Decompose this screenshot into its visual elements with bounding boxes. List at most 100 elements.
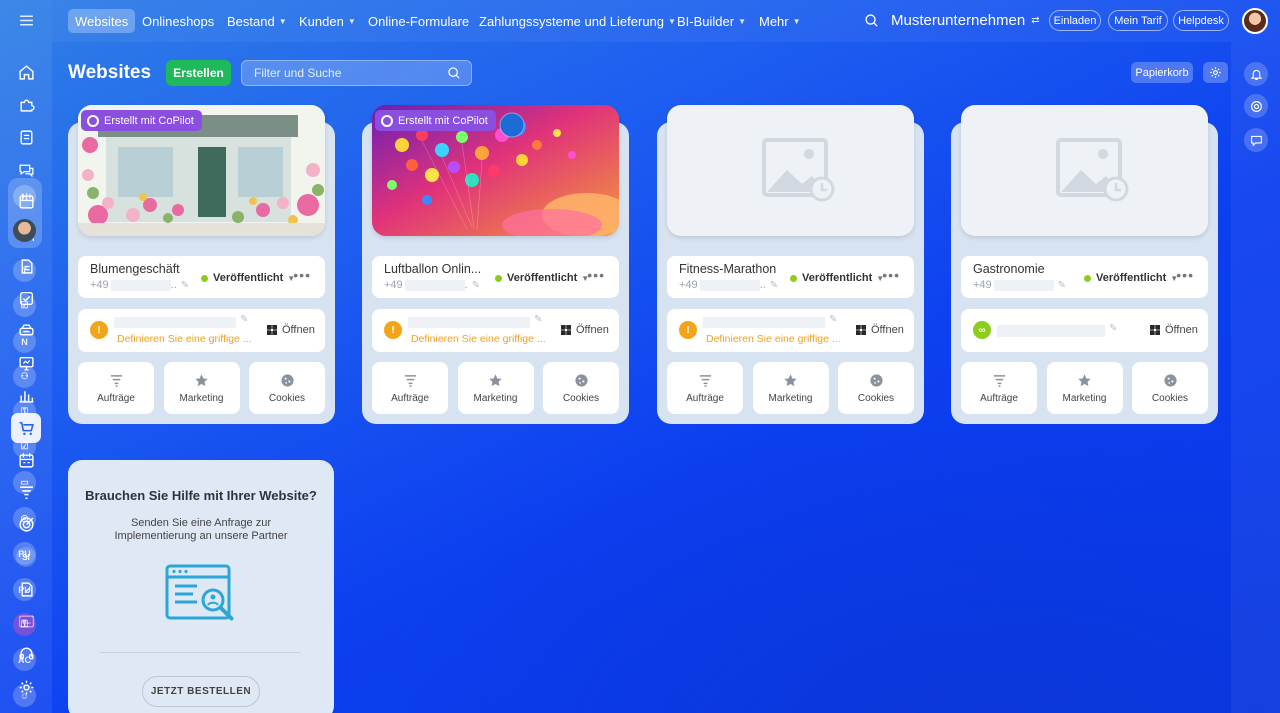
status-dropdown[interactable]: Veröffentlicht ▼ (495, 272, 589, 284)
domain-hint[interactable]: Definieren Sie eine griffige ... (706, 333, 844, 345)
avatar[interactable]: PU (13, 578, 36, 601)
home-icon[interactable] (11, 57, 41, 87)
pencil-icon[interactable]: ✎ (770, 280, 778, 291)
status-dropdown[interactable]: Veröffentlicht ▼ (790, 272, 884, 284)
avatar[interactable]: H (13, 185, 36, 208)
pencil-icon[interactable]: ✎ (829, 314, 837, 325)
nav-label: Bestand (227, 13, 275, 29)
status-dropdown[interactable]: Veröffentlicht ▼ (1084, 272, 1178, 284)
company-selector[interactable]: Musterunternehmen ⇄ (891, 12, 1040, 29)
cookies-label: Cookies (857, 392, 895, 404)
site-name[interactable]: Blumengeschäft (90, 262, 180, 276)
lock-icon[interactable]: ⚿ (13, 613, 36, 636)
orders-button[interactable]: Aufträge (78, 362, 154, 414)
document-icon[interactable] (11, 122, 41, 152)
avatar[interactable]: PU (13, 542, 36, 565)
nav-zahlungssysteme[interactable]: Zahlungssysteme und Lieferung ▼ (479, 9, 676, 33)
open-button[interactable]: Öffnen (267, 324, 315, 336)
bell-icon[interactable] (1244, 62, 1268, 86)
nav-onlineshops[interactable]: Onlineshops (142, 9, 214, 33)
cookies-button[interactable]: Cookies (838, 362, 914, 414)
star-icon (1078, 373, 1091, 386)
domain-hint[interactable]: Definieren Sie eine griffige ... (411, 333, 549, 345)
orders-button[interactable]: Aufträge (961, 362, 1037, 414)
group-icon[interactable]: ⚇ (13, 365, 36, 388)
more-options-icon[interactable]: ••• (587, 267, 605, 283)
pencil-icon[interactable]: ✎ (1109, 323, 1117, 334)
settings-button[interactable] (1203, 62, 1228, 83)
qr-code-icon (856, 325, 866, 335)
copilot-label: Erstellt mit CoPilot (104, 114, 194, 127)
cookies-label: Cookies (268, 392, 306, 404)
task-check-icon[interactable]: ☑ (13, 435, 36, 458)
site-preview-image[interactable] (961, 105, 1208, 236)
order-now-button[interactable]: JETZT BESTELLEN (142, 676, 260, 707)
filter-icon (110, 374, 122, 387)
avatar[interactable] (13, 219, 36, 242)
copilot-badge: Erstellt mit CoPilot (81, 110, 202, 131)
trash-button[interactable]: Papierkorb (1131, 62, 1193, 83)
chat-icon[interactable]: ▭ (13, 471, 36, 494)
nav-websites[interactable]: Websites (68, 9, 136, 33)
domain-hint[interactable]: Definieren Sie eine griffige ... (117, 333, 255, 345)
marketing-button[interactable]: Marketing (1046, 362, 1123, 414)
open-button[interactable]: Öffnen (1150, 324, 1198, 336)
site-name[interactable]: Gastronomie (973, 262, 1045, 276)
task-check-icon[interactable]: ☑ (13, 294, 36, 317)
tariff-button[interactable]: Mein Tarif (1108, 10, 1168, 31)
more-options-icon[interactable]: ••• (293, 267, 311, 283)
lock-icon[interactable]: ⚿ (13, 400, 36, 423)
pencil-icon[interactable]: ✎ (1058, 280, 1066, 291)
marketing-button[interactable]: Marketing (163, 362, 240, 414)
phone-suffix: .. (170, 279, 177, 291)
support-agent-icon[interactable]: ☺ (13, 684, 36, 707)
nav-bestand[interactable]: Bestand ▼ (227, 9, 287, 33)
hamburger-icon[interactable] (11, 5, 41, 35)
search-icon[interactable] (864, 13, 879, 33)
nav-online-formulare[interactable]: Online-Formulare (368, 9, 469, 33)
phone-prefix: +49 (90, 279, 109, 291)
orders-button[interactable]: Aufträge (667, 362, 743, 414)
more-options-icon[interactable]: ••• (1176, 267, 1194, 283)
orders-button[interactable]: Aufträge (372, 362, 448, 414)
site-name[interactable]: Fitness-Marathon (679, 262, 776, 276)
cookies-button[interactable]: Cookies (1132, 362, 1208, 414)
cookies-button[interactable]: Cookies (249, 362, 325, 414)
marketing-button[interactable]: Marketing (752, 362, 829, 414)
status-dropdown[interactable]: Veröffentlicht ▼ (201, 272, 295, 284)
user-avatar[interactable] (1242, 8, 1268, 34)
site-phone: +49 ✎ (973, 279, 1066, 291)
avatar[interactable]: T (13, 259, 36, 282)
pencil-icon[interactable]: ✎ (240, 314, 248, 325)
star-icon (784, 373, 797, 386)
copilot-icon[interactable] (1244, 94, 1268, 118)
search-input[interactable]: Filter und Suche (241, 60, 472, 86)
cookies-label: Cookies (1151, 392, 1189, 404)
puzzle-icon[interactable] (11, 89, 41, 119)
help-card: Brauchen Sie Hilfe mit Ihrer Website? Se… (68, 460, 334, 713)
phone-redacted (699, 279, 760, 291)
pencil-icon[interactable]: ✎ (472, 280, 480, 291)
message-search-icon[interactable] (1244, 128, 1268, 152)
copilot-icon[interactable]: ◎ (13, 507, 36, 530)
pencil-icon[interactable]: ✎ (181, 280, 189, 291)
avatar[interactable]: AC (13, 648, 36, 671)
open-button[interactable]: Öffnen (856, 324, 904, 336)
more-options-icon[interactable]: ••• (882, 267, 900, 283)
marketing-button[interactable]: Marketing (457, 362, 534, 414)
status-dot-icon (201, 274, 208, 282)
create-button[interactable]: Erstellen (166, 60, 231, 86)
nav-mehr[interactable]: Mehr ▼ (759, 9, 801, 33)
site-name[interactable]: Luftballon Onlin... (384, 262, 481, 276)
site-actions: Aufträge Marketing Cookies (667, 362, 914, 414)
domain-panel: ∞ ✎ Öffnen (961, 309, 1208, 352)
invite-button[interactable]: Einladen (1049, 10, 1101, 31)
cookies-button[interactable]: Cookies (543, 362, 619, 414)
avatar[interactable]: N (13, 330, 36, 353)
nav-kunden[interactable]: Kunden ▼ (299, 9, 356, 33)
nav-bi-builder[interactable]: BI-Builder ▼ (677, 9, 746, 33)
pencil-icon[interactable]: ✎ (534, 314, 542, 325)
open-button[interactable]: Öffnen (561, 324, 609, 336)
helpdesk-button[interactable]: Helpdesk (1173, 10, 1229, 31)
site-preview-image[interactable] (667, 105, 914, 236)
